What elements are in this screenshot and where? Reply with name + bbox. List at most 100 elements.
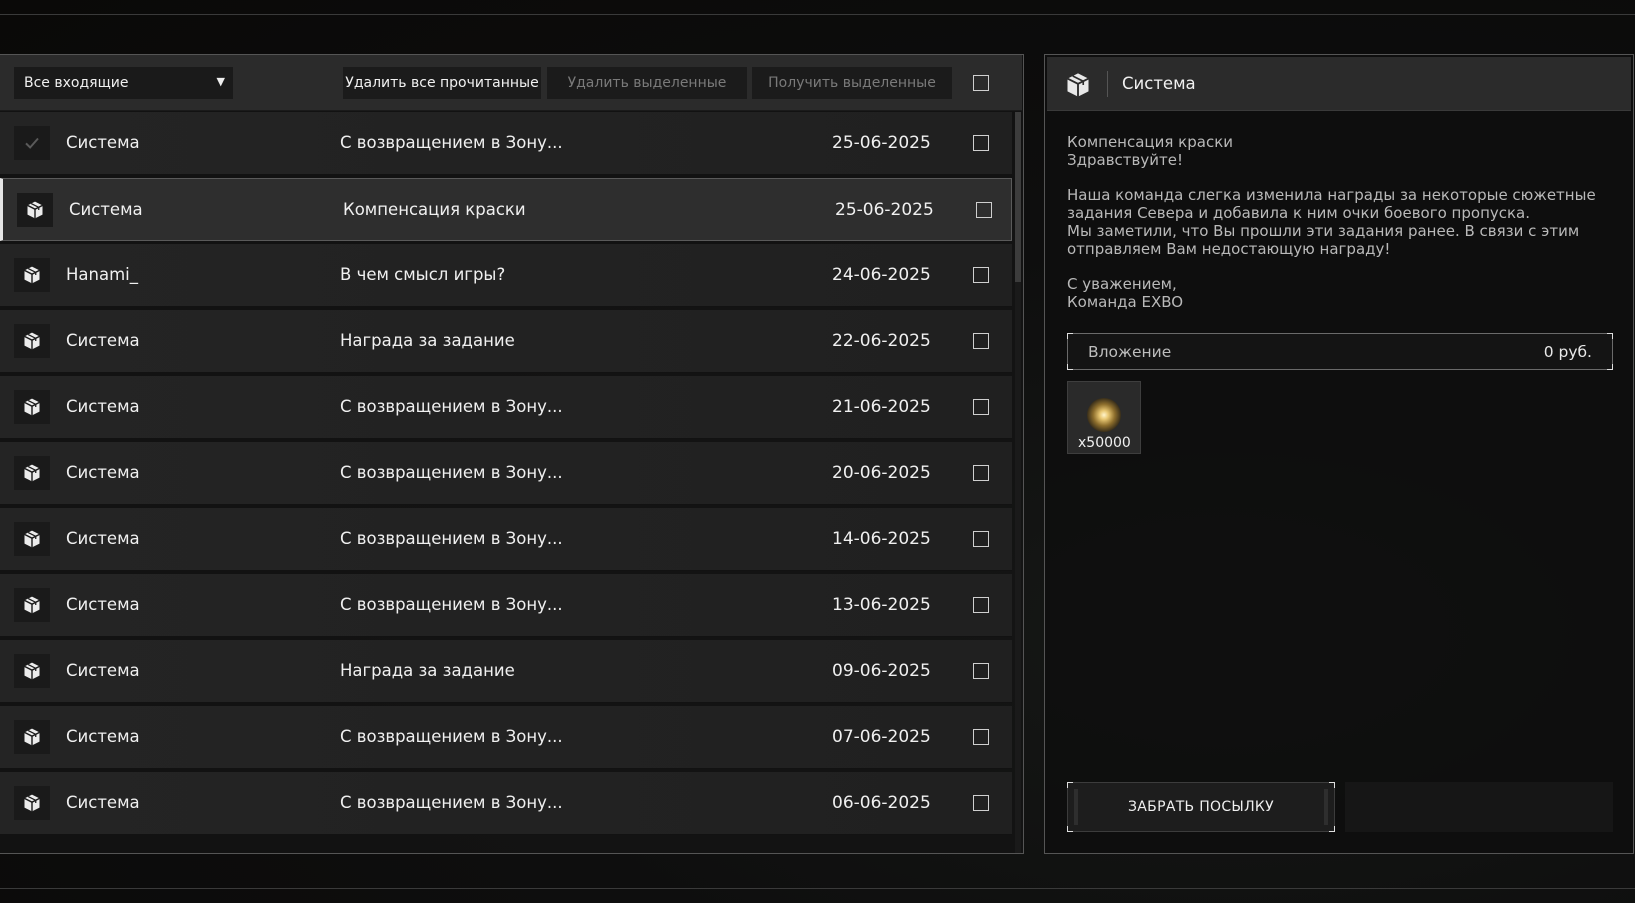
mail-subject: С возвращением в Зону...: [340, 133, 563, 152]
bottom-frame-line: [0, 888, 1635, 889]
mail-subject: С возвращением в Зону...: [340, 463, 563, 482]
attachment-item-slot[interactable]: x50000: [1067, 381, 1141, 454]
message-line: отправляем Вам недостающую награду!: [1067, 240, 1391, 258]
attachment-label: Вложение: [1088, 343, 1172, 361]
mail-sender: Система: [69, 200, 143, 219]
attachment-price: 0 руб.: [1543, 343, 1592, 361]
mail-row-checkbox[interactable]: [973, 531, 989, 547]
mail-row-checkbox[interactable]: [973, 465, 989, 481]
mail-row-checkbox[interactable]: [976, 202, 992, 218]
secondary-action-area: [1345, 782, 1613, 832]
receive-selected-button[interactable]: Получить выделенные: [752, 67, 952, 99]
mail-row[interactable]: Система С возвращением в Зону... 13-06-202…: [0, 574, 1012, 637]
mail-row-checkbox[interactable]: [973, 663, 989, 679]
mail-row-checkbox[interactable]: [973, 399, 989, 415]
detail-sender: Система: [1122, 74, 1196, 93]
mail-subject: Награда за задание: [340, 331, 515, 350]
mail-detail-panel: Система Компенсация краски Здравствуйте!…: [1044, 54, 1634, 854]
dropdown-arrow-icon: ▼: [216, 75, 225, 88]
mail-row-checkbox[interactable]: [973, 267, 989, 283]
mail-row-checkbox[interactable]: [973, 597, 989, 613]
message-subject: Компенсация краски: [1067, 133, 1234, 151]
mail-row-checkbox[interactable]: [973, 135, 989, 151]
claim-package-button[interactable]: ЗАБРАТЬ ПОСЫЛКУ: [1067, 782, 1335, 832]
mail-row[interactable]: Система Награда за задание 22-06-2025: [0, 310, 1012, 373]
mail-date: 25-06-2025: [832, 133, 931, 153]
mail-date: 07-06-2025: [832, 727, 931, 747]
package-icon: [14, 390, 50, 424]
package-icon: [14, 258, 50, 292]
mail-date: 20-06-2025: [832, 463, 931, 483]
delete-read-button[interactable]: Удалить все прочитанные: [343, 67, 541, 99]
message-signoff: С уважением,: [1067, 275, 1177, 293]
package-icon: [14, 522, 50, 556]
mail-subject: С возвращением в Зону...: [340, 595, 563, 614]
mail-sender: Система: [66, 529, 140, 548]
mail-subject: Компенсация краски: [343, 200, 526, 219]
message-greeting: Здравствуйте!: [1067, 151, 1183, 169]
select-all-checkbox[interactable]: [973, 75, 989, 91]
mail-row[interactable]: Система С возвращением в Зону... 21-06-202…: [0, 376, 1012, 439]
inbox-filter-select[interactable]: Все входящие ▼: [14, 67, 233, 99]
mail-list-scrollbar[interactable]: [1015, 112, 1021, 853]
mail-subject: Награда за задание: [340, 661, 515, 680]
mail-row-checkbox[interactable]: [973, 795, 989, 811]
mail-row[interactable]: Система С возвращением в Зону... 06-06-202…: [0, 772, 1012, 835]
mail-row[interactable]: Система Компенсация краски 25-06-2025: [0, 178, 1012, 241]
mail-date: 21-06-2025: [832, 397, 931, 417]
attachment-bar: Вложение 0 руб.: [1067, 333, 1613, 370]
mail-sender: Система: [66, 661, 140, 680]
mail-subject: В чем смысл игры?: [340, 265, 506, 284]
mail-date: 22-06-2025: [832, 331, 931, 351]
mail-row[interactable]: Hanami_ В чем смысл игры? 24-06-2025: [0, 244, 1012, 307]
mail-row[interactable]: Система С возвращением в Зону... 07-06-202…: [0, 706, 1012, 769]
detail-header: Система: [1047, 57, 1631, 111]
mail-sender: Система: [66, 331, 140, 350]
check-icon: [14, 126, 50, 160]
mail-row[interactable]: Система С возвращением в Зону... 14-06-202…: [0, 508, 1012, 571]
package-icon: [17, 193, 53, 227]
mail-sender: Система: [66, 463, 140, 482]
mail-row[interactable]: Система С возвращением в Зону... 20-06-202…: [0, 442, 1012, 505]
package-icon: [14, 456, 50, 490]
package-icon: [14, 786, 50, 820]
mail-row[interactable]: Система С возвращением в Зону... 25-06-202…: [0, 112, 1012, 175]
glowing-orb-icon: [1087, 398, 1121, 432]
mail-subject: С возвращением в Зону...: [340, 727, 563, 746]
message-line: задания Севера и добавила к ним очки бое…: [1067, 204, 1531, 222]
mail-date: 09-06-2025: [832, 661, 931, 681]
package-icon: [14, 324, 50, 358]
package-icon: [1064, 71, 1092, 99]
package-icon: [14, 654, 50, 688]
claim-button-label: ЗАБРАТЬ ПОСЫЛКУ: [1128, 799, 1274, 815]
mail-row-checkbox[interactable]: [973, 333, 989, 349]
inbox-filter-value: Все входящие: [24, 75, 129, 91]
mail-sender: Система: [66, 595, 140, 614]
mail-sender: Система: [66, 133, 140, 152]
package-icon: [14, 588, 50, 622]
mail-list-panel: Все входящие ▼ Удалить все прочитанные У…: [0, 54, 1024, 854]
mail-row-checkbox[interactable]: [973, 729, 989, 745]
mail-sender: Hanami_: [66, 265, 138, 284]
mail-row[interactable]: Система Награда за задание 09-06-2025: [0, 640, 1012, 703]
mail-rows: Система С возвращением в Зону... 25-06-202…: [0, 112, 1014, 853]
message-line: Наша команда слегка изменила награды за …: [1067, 186, 1596, 204]
mail-sender: Система: [66, 397, 140, 416]
mail-date: 14-06-2025: [832, 529, 931, 549]
mail-subject: С возвращением в Зону...: [340, 529, 563, 548]
mail-toolbar: Все входящие ▼ Удалить все прочитанные У…: [0, 55, 1022, 111]
mail-subject: С возвращением в Зону...: [340, 793, 563, 812]
mail-date: 24-06-2025: [832, 265, 931, 285]
mail-subject: С возвращением в Зону...: [340, 397, 563, 416]
delete-selected-button[interactable]: Удалить выделенные: [547, 67, 747, 99]
mail-date: 25-06-2025: [835, 200, 934, 220]
message-line: Мы заметили, что Вы прошли эти задания р…: [1067, 222, 1580, 240]
package-icon: [14, 720, 50, 754]
mail-sender: Система: [66, 727, 140, 746]
mail-date: 13-06-2025: [832, 595, 931, 615]
item-quantity: x50000: [1078, 435, 1131, 451]
top-frame-line: [0, 14, 1635, 15]
scrollbar-thumb[interactable]: [1015, 112, 1021, 282]
mail-date: 06-06-2025: [832, 793, 931, 813]
header-divider: [1107, 71, 1108, 97]
